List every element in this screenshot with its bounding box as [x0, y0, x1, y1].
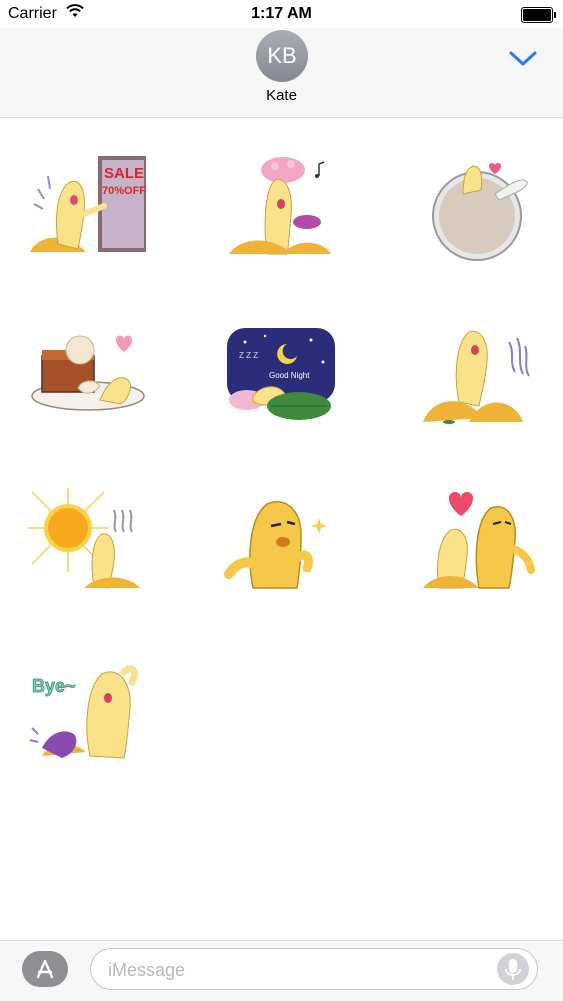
chevron-down-icon[interactable]: [508, 48, 538, 68]
contact-name[interactable]: Kate: [0, 87, 563, 104]
sticker-bowl-banana[interactable]: [419, 154, 539, 264]
sticker-grid: SALE 70%OFF Z Z Z Good Night Bye~: [0, 118, 563, 940]
sticker-sale-banana[interactable]: SALE 70%OFF: [28, 154, 148, 264]
composer-bar: iMessage: [0, 940, 563, 1001]
microphone-button[interactable]: [497, 953, 529, 985]
good-night-text: Good Night: [269, 371, 310, 380]
sticker-bye-banana[interactable]: Bye~: [28, 658, 148, 768]
status-bar: Carrier 1:17 AM: [0, 0, 563, 28]
bye-text: Bye~: [32, 676, 76, 696]
sale-sign-discount: 70%OFF: [102, 185, 146, 197]
clock: 1:17 AM: [251, 5, 312, 22]
microphone-icon: [505, 959, 521, 980]
sticker-love-banana[interactable]: [419, 488, 539, 598]
message-placeholder: iMessage: [108, 960, 186, 980]
sticker-good-night-banana[interactable]: Z Z Z Good Night: [223, 322, 343, 432]
sticker-toast-banana[interactable]: [28, 322, 148, 432]
sticker-dancing-banana[interactable]: [419, 322, 539, 432]
conversation-header: KB Kate: [0, 28, 563, 118]
sale-sign-text: SALE: [104, 165, 144, 182]
app-store-button[interactable]: [22, 951, 68, 987]
sticker-thinking-banana[interactable]: [223, 488, 343, 598]
sticker-sun-banana[interactable]: [28, 488, 148, 598]
avatar[interactable]: KB: [256, 30, 308, 82]
app-store-icon: [36, 959, 54, 979]
message-input[interactable]: iMessage: [90, 948, 538, 990]
svg-text:Z Z Z: Z Z Z: [239, 351, 258, 360]
battery-icon: [521, 7, 556, 23]
sticker-shower-banana[interactable]: [223, 154, 343, 264]
